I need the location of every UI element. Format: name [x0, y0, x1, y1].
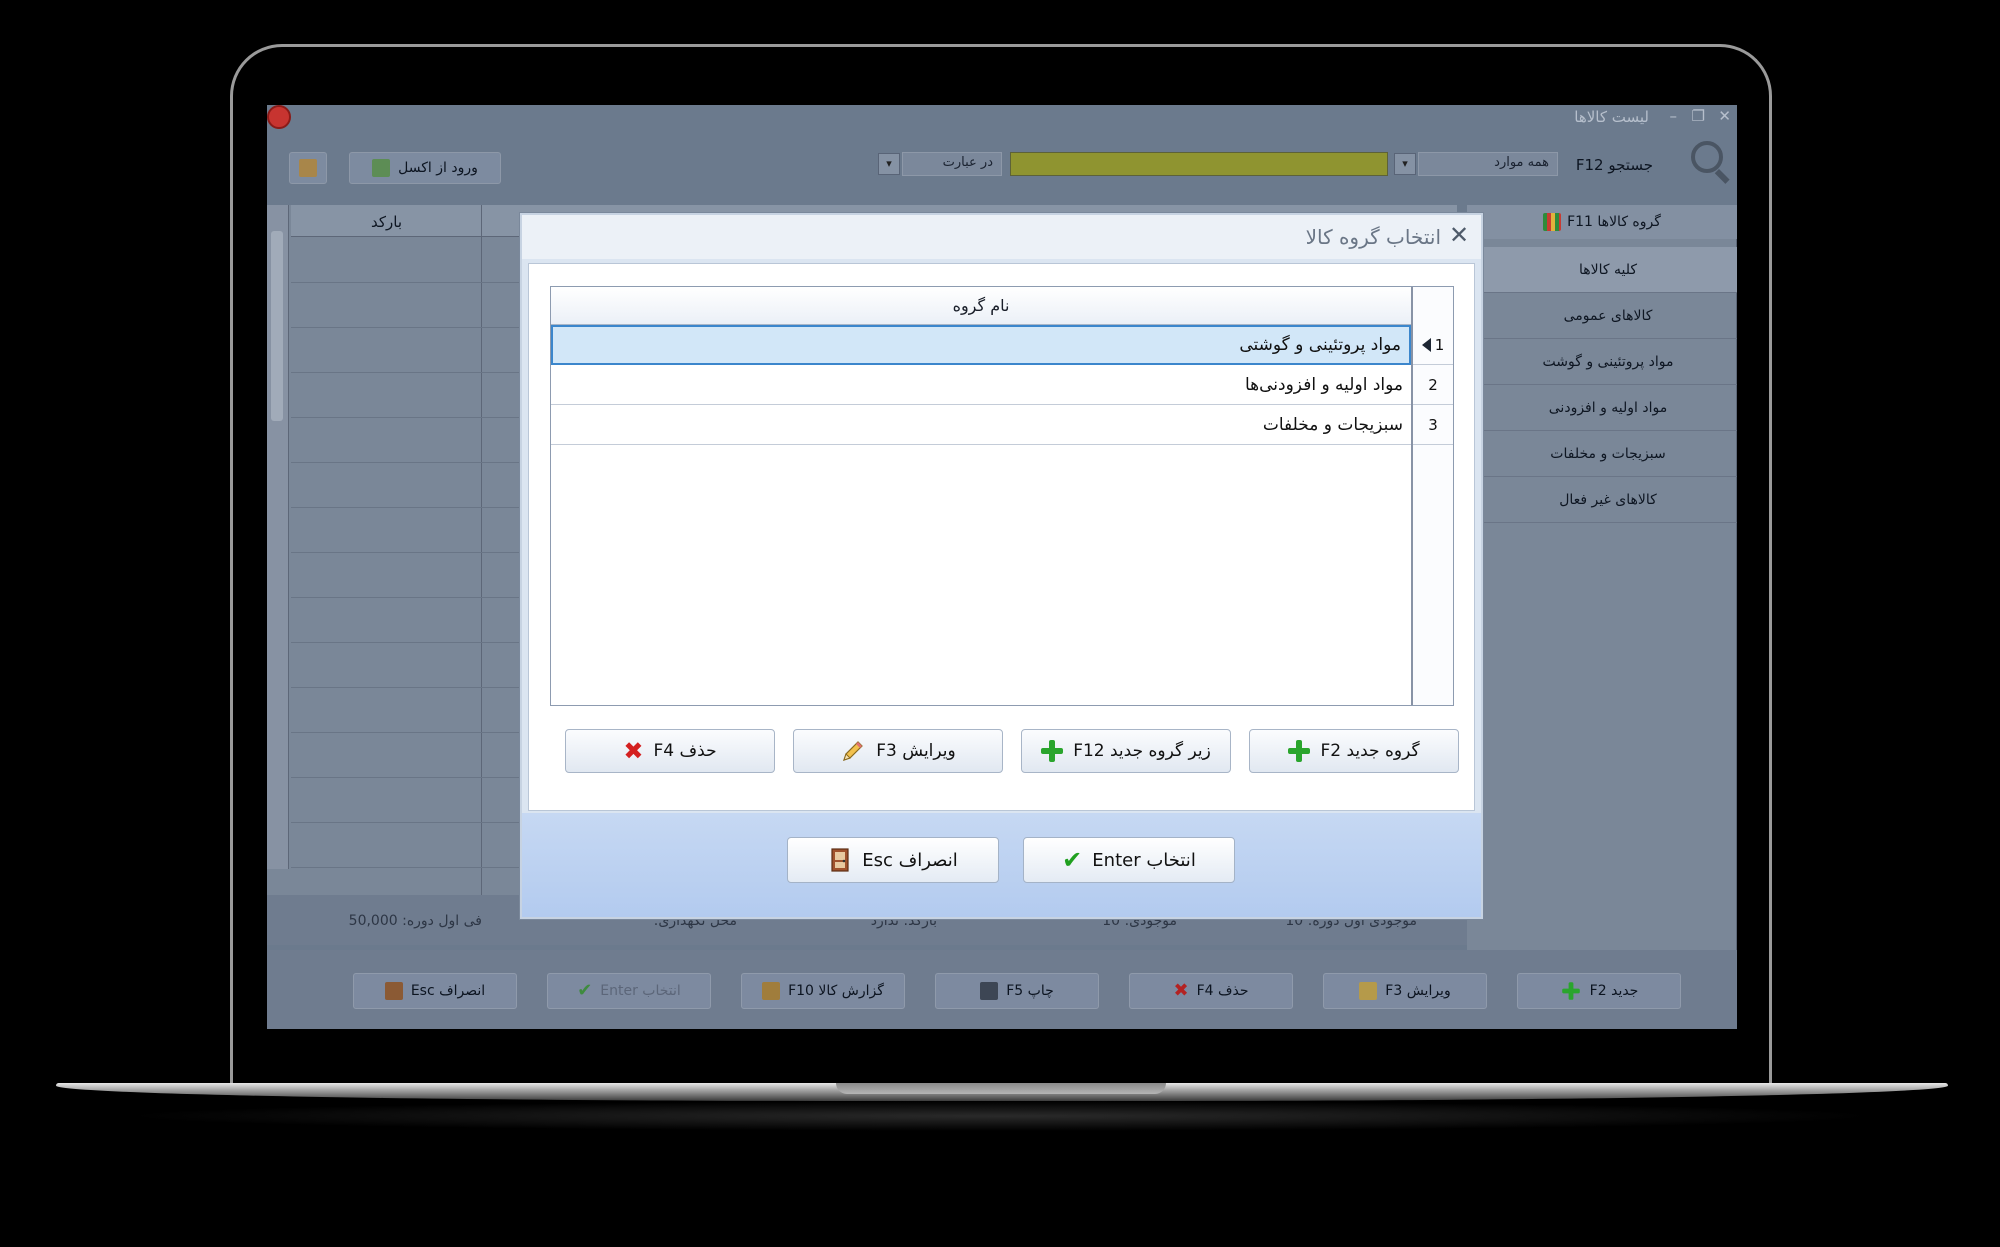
app-titlebar: لیست کالاها – ❐ ✕: [267, 105, 1737, 129]
product-report-button[interactable]: گزارش کالا F10: [741, 973, 905, 1009]
group-name-cell: سبزیجات و مخلفات: [1262, 414, 1403, 435]
barcode-column-header[interactable]: بارکد: [371, 213, 402, 231]
delete-group-label: حذف F4: [653, 741, 717, 761]
new-group-label: گروه جدید F2: [1320, 741, 1420, 761]
cancel-button-label: انصراف Esc: [410, 983, 486, 999]
cancel-dialog-button[interactable]: انصراف Esc: [787, 837, 999, 883]
delete-x-icon: ✖: [1173, 980, 1189, 1001]
exit-door-icon: [384, 982, 403, 1000]
table-row[interactable]: سبزیجات و مخلفات: [551, 405, 1411, 445]
minimize-icon[interactable]: –: [1670, 107, 1678, 125]
dialog-titlebar: انتخاب گروه کالا ✕: [522, 215, 1481, 259]
category-item[interactable]: کالاهای غیر فعال: [1479, 477, 1737, 523]
row-number-label: 2: [1428, 375, 1438, 394]
plus-icon: [1561, 982, 1580, 1000]
group-name-column-header[interactable]: نام گروه: [551, 287, 1411, 325]
groups-table-header: نام گروه: [551, 287, 1453, 325]
dialog-title: انتخاب گروه کالا: [1305, 225, 1441, 249]
new-subgroup-button[interactable]: زیر گروه جدید F12: [1021, 729, 1231, 773]
exit-door-icon: [831, 848, 849, 872]
dialog-footer: [522, 813, 1481, 917]
row-number[interactable]: 2: [1413, 365, 1453, 405]
dialog-close-icon[interactable]: ✕: [1445, 221, 1473, 249]
category-item[interactable]: کلیه کالاها: [1479, 247, 1737, 293]
category-panel-header[interactable]: گروه کالاها F11: [1467, 205, 1737, 239]
delete-button[interactable]: حذف F4 ✖: [1129, 973, 1293, 1009]
report-icon: [762, 982, 781, 1000]
print-button-label: چاپ F5: [1006, 983, 1054, 999]
select-group-label: انتخاب Enter: [1092, 849, 1196, 871]
printer-icon: [980, 982, 999, 1000]
edit-button[interactable]: ویرایش F3: [1323, 973, 1487, 1009]
table-row[interactable]: مواد پروتئینی و گوشتی: [551, 325, 1411, 365]
delete-button-label: حذف F4: [1196, 983, 1249, 999]
category-item[interactable]: سبزیجات و مخلفات: [1479, 431, 1737, 477]
select-group-button[interactable]: انتخاب Enter ✔: [1023, 837, 1235, 883]
app-title: لیست کالاها: [1574, 108, 1649, 126]
excel-icon: [372, 159, 391, 177]
pencil-icon: [843, 741, 864, 761]
category-item[interactable]: مواد اولیه و افزودنی: [1479, 385, 1737, 431]
select-button-label: انتخاب Enter: [600, 983, 681, 999]
new-button[interactable]: جدید F2: [1517, 973, 1681, 1009]
cancel-button[interactable]: انصراف Esc: [353, 973, 517, 1009]
new-subgroup-label: زیر گروه جدید F12: [1073, 741, 1211, 761]
laptop-notch: [836, 1083, 1166, 1094]
new-button-label: جدید F2: [1589, 983, 1639, 999]
app-close-icon[interactable]: [267, 105, 291, 129]
category-item[interactable]: کالاهای عمومی: [1479, 293, 1737, 339]
grid-apps-icon: [1543, 213, 1562, 231]
print-button[interactable]: چاپ F5: [935, 973, 1099, 1009]
pencil-icon: [1359, 982, 1378, 1000]
delete-x-icon: ✖: [623, 737, 644, 765]
row-number[interactable]: 1: [1413, 325, 1453, 365]
paint-brush-icon: [299, 159, 317, 177]
window-close-icon[interactable]: ✕: [1718, 107, 1731, 125]
plus-icon: [1288, 740, 1311, 762]
edit-button-label: ویرایش F3: [1385, 983, 1451, 999]
grid-vertical-scrollbar[interactable]: [267, 205, 289, 869]
table-row[interactable]: مواد اولیه و افزودنی‌ها: [551, 365, 1411, 405]
restore-icon[interactable]: ❐: [1692, 107, 1705, 125]
search-mode-chevron-down-icon[interactable]: ▾: [878, 153, 900, 175]
check-icon: ✔: [1062, 846, 1083, 874]
delete-group-button[interactable]: حذف F4 ✖: [565, 729, 775, 773]
row-number[interactable]: 3: [1413, 405, 1453, 445]
edit-group-label: ویرایش F3: [876, 741, 956, 761]
current-row-arrow-icon: [1421, 337, 1431, 352]
category-header-label: گروه کالاها F11: [1567, 214, 1661, 230]
select-button-disabled: انتخاب Enter ✔: [547, 973, 711, 1009]
row-number-label: 1: [1434, 335, 1445, 354]
groups-table: نام گروه 1 مواد پروتئینی و گوشتی 2 مواد …: [550, 286, 1454, 706]
group-name-cell: مواد اولیه و افزودنی‌ها: [1244, 374, 1403, 395]
select-product-group-dialog: انتخاب گروه کالا ✕ نام گروه 1 مواد پروتئ…: [520, 213, 1483, 919]
search-scope-select[interactable]: همه موارد: [1418, 152, 1558, 176]
search-scope-chevron-down-icon[interactable]: ▾: [1394, 153, 1416, 175]
category-item[interactable]: مواد پروتئینی و گوشت: [1479, 339, 1737, 385]
search-input[interactable]: [1010, 152, 1388, 176]
check-icon: ✔: [577, 980, 593, 1001]
search-label: جستجو F12: [1575, 156, 1653, 174]
group-name-cell: مواد پروتئینی و گوشتی: [1239, 335, 1401, 355]
product-report-label: گزارش کالا F10: [788, 983, 884, 999]
scrollbar-thumb[interactable]: [271, 231, 283, 421]
excel-import-label: ورود از اکسل: [398, 160, 478, 176]
excel-import-button[interactable]: ورود از اکسل: [349, 152, 501, 184]
settings-brush-button[interactable]: [289, 152, 327, 184]
edit-group-button[interactable]: ویرایش F3: [793, 729, 1003, 773]
new-group-button[interactable]: گروه جدید F2: [1249, 729, 1459, 773]
laptop-shadow: [120, 1101, 1880, 1131]
search-mode-select[interactable]: در عبارت: [902, 152, 1002, 176]
row-number-label: 3: [1428, 415, 1438, 434]
cancel-dialog-label: انصراف Esc: [862, 849, 958, 871]
category-list: کلیه کالاها کالاهای عمومی مواد پروتئینی …: [1479, 247, 1737, 523]
status-initial-price: فی اول دوره: 50,000: [348, 913, 482, 929]
search-icon[interactable]: [1691, 141, 1723, 173]
plus-icon: [1041, 740, 1064, 762]
